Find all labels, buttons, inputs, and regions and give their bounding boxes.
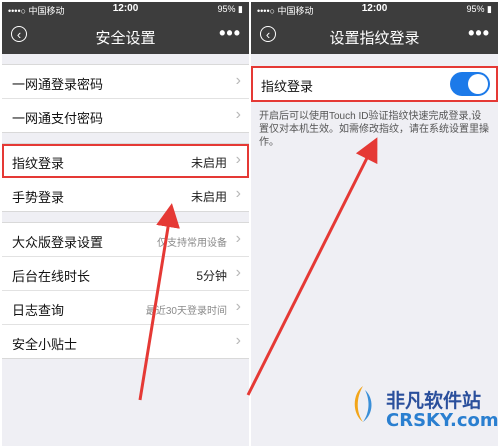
row-fingerprint-login[interactable]: 指纹登录 未启用 › bbox=[2, 144, 249, 178]
more-icon[interactable]: ••• bbox=[219, 23, 241, 44]
status-time: 12:00 bbox=[361, 3, 388, 14]
row-label: 大众版登录设置 bbox=[12, 235, 104, 250]
watermark: 非凡软件站 CRSKY.com bbox=[346, 380, 499, 440]
page-title: 安全设置 bbox=[95, 30, 156, 47]
row-value: 未启用 bbox=[190, 190, 227, 204]
row-security-tips[interactable]: 安全小贴士 › bbox=[2, 325, 249, 358]
row-online-duration[interactable]: 后台在线时长 5分钟 › bbox=[2, 257, 249, 291]
watermark-domain: CRSKY.com bbox=[386, 410, 499, 431]
fingerprint-toggle[interactable] bbox=[450, 72, 490, 96]
toggle-knob bbox=[468, 74, 488, 94]
row-login-password[interactable]: 一网通登录密码 › bbox=[2, 65, 249, 99]
watermark-name: 非凡软件站 bbox=[386, 391, 482, 412]
row-value: 未启用 bbox=[190, 156, 227, 170]
status-time: 12:00 bbox=[112, 3, 139, 14]
row-pay-password[interactable]: 一网通支付密码 › bbox=[2, 99, 249, 132]
row-label: 指纹登录 bbox=[12, 156, 65, 171]
chevron-right-icon: › bbox=[235, 298, 241, 315]
nav-bar: ‹ 设置指纹登录 ••• bbox=[251, 18, 498, 54]
row-label: 后台在线时长 bbox=[12, 269, 91, 284]
fingerprint-description: 开启后可以使用Touch ID验证指纹快速完成登录,设置仅对本机生效。如需修改指… bbox=[259, 111, 489, 148]
crsky-logo-icon bbox=[354, 386, 372, 422]
row-value: 仅支持常用设备 bbox=[157, 238, 227, 249]
settings-group-misc: 大众版登录设置 仅支持常用设备 › 后台在线时长 5分钟 › 日志查询 最近30… bbox=[2, 222, 249, 359]
battery-label: 95% bbox=[217, 4, 236, 14]
nav-bar: ‹ 安全设置 ••• bbox=[2, 18, 249, 54]
fingerprint-label: 指纹登录 bbox=[261, 79, 314, 94]
status-bar: ••••○ 中国移动 12:00 95% ▮ bbox=[251, 2, 498, 18]
row-value: 5分钟 bbox=[196, 269, 227, 283]
battery-indicator: 95% ▮ bbox=[466, 4, 492, 14]
row-label: 日志查询 bbox=[12, 303, 65, 318]
battery-indicator: 95% ▮ bbox=[217, 4, 243, 14]
row-label: 手势登录 bbox=[12, 190, 65, 205]
chevron-right-icon: › bbox=[235, 332, 241, 349]
row-log-query[interactable]: 日志查询 最近30天登录时间 › bbox=[2, 291, 249, 325]
page-title: 设置指纹登录 bbox=[329, 30, 420, 47]
more-icon[interactable]: ••• bbox=[468, 23, 490, 44]
row-value: 最近30天登录时间 bbox=[145, 306, 227, 317]
row-gesture-login[interactable]: 手势登录 未启用 › bbox=[2, 178, 249, 211]
fingerprint-toggle-row: 指纹登录 bbox=[251, 66, 498, 102]
chevron-right-icon: › bbox=[235, 264, 241, 281]
settings-group-passwords: 一网通登录密码 › 一网通支付密码 › bbox=[2, 64, 249, 133]
row-label: 一网通支付密码 bbox=[12, 111, 104, 126]
row-login-settings[interactable]: 大众版登录设置 仅支持常用设备 › bbox=[2, 223, 249, 257]
row-label: 安全小贴士 bbox=[12, 337, 78, 352]
chevron-right-icon: › bbox=[235, 106, 241, 123]
chevron-right-icon: › bbox=[235, 230, 241, 247]
battery-label: 95% bbox=[466, 4, 485, 14]
status-bar: ••••○ 中国移动 12:00 95% ▮ bbox=[2, 2, 249, 18]
left-phone-screen: ••••○ 中国移动 12:00 95% ▮ ‹ 安全设置 ••• 一网通登录密… bbox=[2, 2, 249, 446]
chevron-right-icon: › bbox=[235, 151, 241, 168]
chevron-right-icon: › bbox=[235, 72, 241, 89]
settings-group-biometric: 指纹登录 未启用 › 手势登录 未启用 › bbox=[2, 143, 249, 212]
chevron-right-icon: › bbox=[235, 185, 241, 202]
row-label: 一网通登录密码 bbox=[12, 77, 104, 92]
